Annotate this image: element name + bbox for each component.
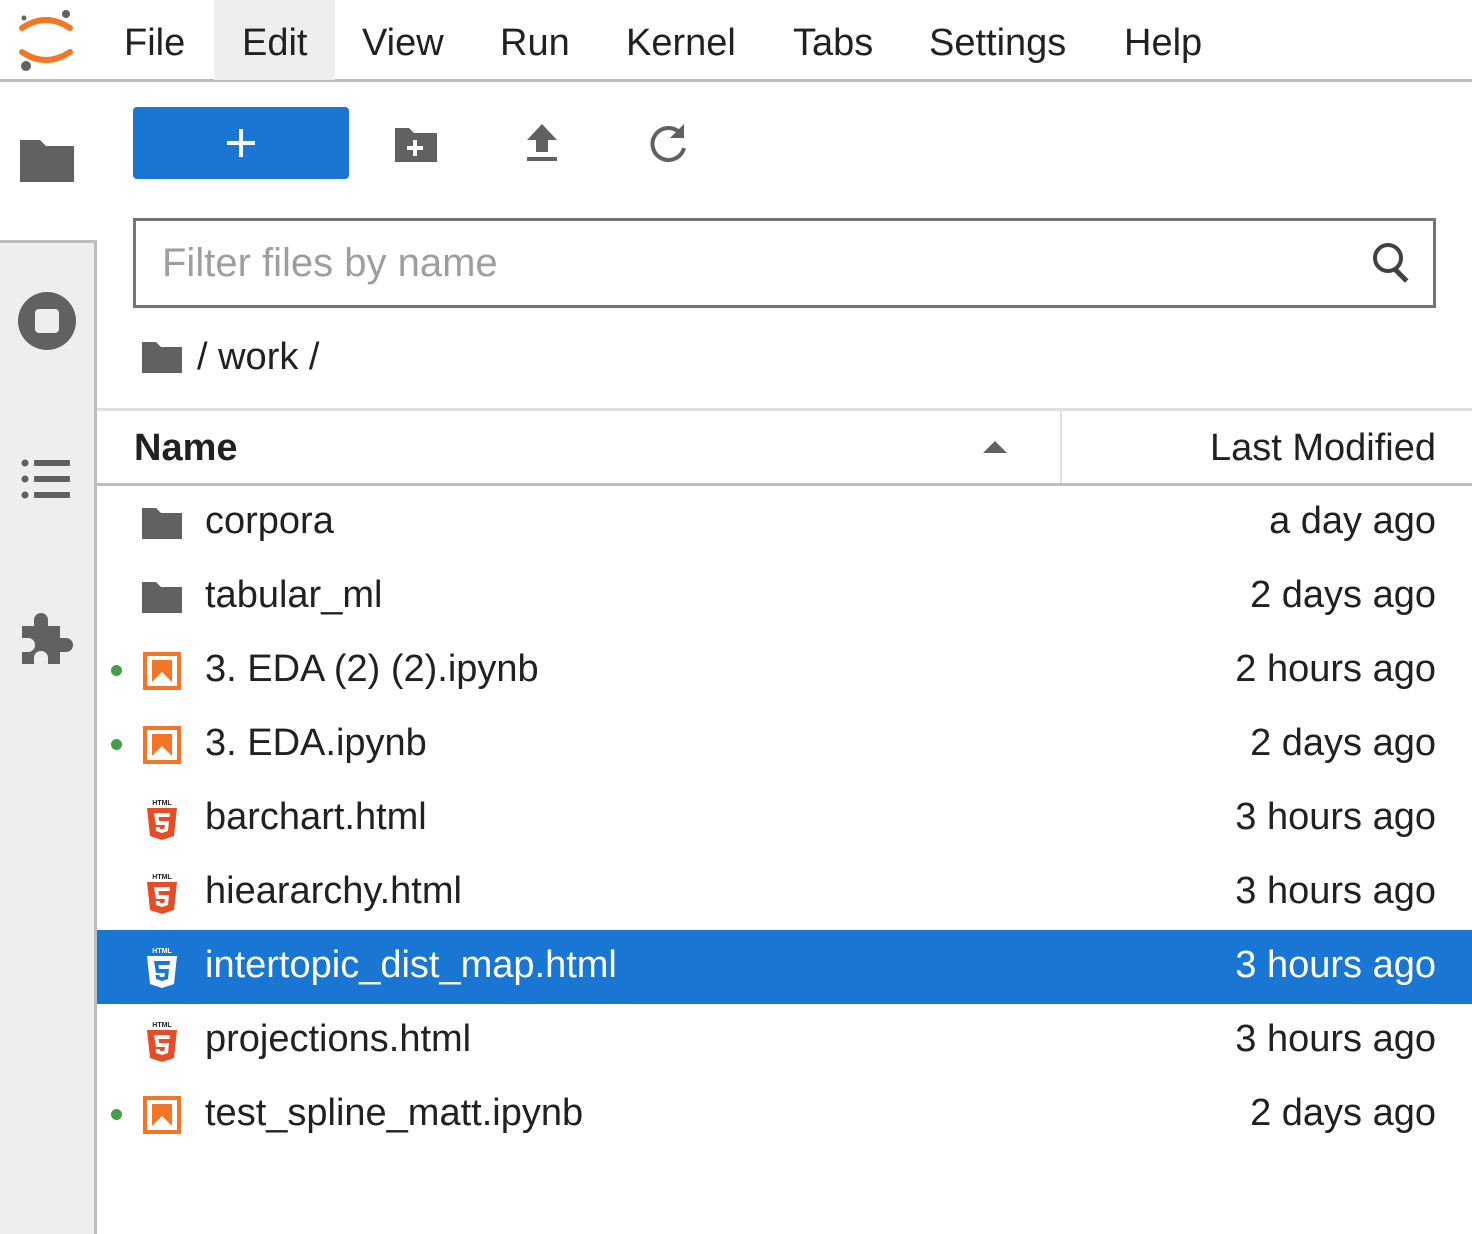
file-modified: 2 hours ago <box>1235 648 1436 690</box>
menu-kernel[interactable]: Kernel <box>598 0 764 80</box>
file-row[interactable]: tabular_ml 2 days ago <box>97 560 1472 634</box>
notebook-icon <box>143 1096 181 1134</box>
list-icon[interactable] <box>16 448 78 510</box>
file-row[interactable]: HTML projections.html 3 hours ago <box>97 1004 1472 1078</box>
new-launcher-button[interactable] <box>133 107 349 179</box>
file-browser: / work / Name Last Modified corpora a day… <box>97 82 1472 1234</box>
notebook-icon <box>143 652 181 690</box>
new-folder-icon[interactable] <box>391 120 441 170</box>
search-icon[interactable] <box>1369 239 1417 287</box>
html5-icon: HTML <box>147 1022 177 1062</box>
stop-circle-icon[interactable] <box>16 290 78 352</box>
file-modified: 2 days ago <box>1250 722 1436 764</box>
file-name: intertopic_dist_map.html <box>205 944 617 986</box>
menu-tabs[interactable]: Tabs <box>765 0 901 80</box>
jupyter-logo-icon[interactable] <box>14 6 78 74</box>
left-sidebar <box>0 82 97 1234</box>
svg-text:HTML: HTML <box>152 1022 172 1029</box>
sidebar-tabs <box>0 240 97 1234</box>
file-modified: 3 hours ago <box>1235 796 1436 838</box>
plus-icon <box>227 129 255 157</box>
extension-puzzle-icon[interactable] <box>16 606 78 668</box>
file-modified: 2 days ago <box>1250 574 1436 616</box>
filter-box <box>133 218 1436 308</box>
file-listing: corpora a day ago tabular_ml 2 days ago 3. E… <box>97 486 1472 1152</box>
sort-ascending-icon <box>983 441 1007 453</box>
file-row[interactable]: test_spline_matt.ipynb 2 days ago <box>97 1078 1472 1152</box>
file-name: tabular_ml <box>205 574 383 616</box>
menu-file[interactable]: File <box>96 0 213 80</box>
file-name: 3. EDA (2) (2).ipynb <box>205 648 539 690</box>
listing-header: Name Last Modified <box>97 408 1472 486</box>
svg-text:HTML: HTML <box>152 874 172 881</box>
file-name: hieararchy.html <box>205 870 462 912</box>
file-row[interactable]: corpora a day ago <box>97 486 1472 560</box>
html5-icon: HTML <box>147 800 177 840</box>
menu-help[interactable]: Help <box>1096 0 1230 80</box>
menu-view[interactable]: View <box>334 0 472 80</box>
svg-text:HTML: HTML <box>152 948 172 955</box>
menu-settings[interactable]: Settings <box>901 0 1094 80</box>
file-row[interactable]: 3. EDA (2) (2).ipynb 2 hours ago <box>97 634 1472 708</box>
file-name: barchart.html <box>205 796 427 838</box>
breadcrumb-path[interactable]: / work / <box>197 336 319 379</box>
refresh-icon[interactable] <box>643 120 693 170</box>
name-header-label: Name <box>134 427 238 469</box>
file-name: test_spline_matt.ipynb <box>205 1092 584 1134</box>
file-row[interactable]: HTML barchart.html 3 hours ago <box>97 782 1472 856</box>
notebook-icon <box>143 726 181 764</box>
file-modified: 3 hours ago <box>1235 944 1436 986</box>
folder-icon[interactable] <box>16 130 78 192</box>
name-column-header[interactable]: Name <box>97 411 1062 483</box>
file-row[interactable]: HTML hieararchy.html 3 hours ago <box>97 856 1472 930</box>
file-modified: 3 hours ago <box>1235 870 1436 912</box>
file-modified: 2 days ago <box>1250 1092 1436 1134</box>
menu-edit[interactable]: Edit <box>214 0 336 80</box>
breadcrumb: / work / <box>141 332 319 382</box>
file-name: projections.html <box>205 1018 472 1060</box>
last-modified-column-header[interactable]: Last Modified <box>1062 411 1472 483</box>
running-indicator-icon <box>111 1109 122 1120</box>
file-modified: a day ago <box>1269 500 1436 542</box>
file-name: corpora <box>205 500 334 542</box>
svg-text:HTML: HTML <box>152 800 172 807</box>
html5-icon: HTML <box>147 948 177 988</box>
file-row[interactable]: 3. EDA.ipynb 2 days ago <box>97 708 1472 782</box>
home-folder-icon[interactable] <box>141 339 183 375</box>
last-modified-header-label: Last Modified <box>1209 427 1436 469</box>
menu-run[interactable]: Run <box>472 0 598 80</box>
menu-bar: File Edit View Run Kernel Tabs Settings … <box>0 0 1472 82</box>
folder-icon <box>142 508 182 539</box>
upload-icon[interactable] <box>517 120 567 170</box>
filter-input[interactable] <box>162 235 1342 291</box>
file-row[interactable]: HTML intertopic_dist_map.html 3 hours ago <box>97 930 1472 1004</box>
running-indicator-icon <box>111 665 122 676</box>
file-modified: 3 hours ago <box>1235 1018 1436 1060</box>
html5-icon: HTML <box>147 874 177 914</box>
folder-icon <box>142 582 182 613</box>
running-indicator-icon <box>111 739 122 750</box>
file-name: 3. EDA.ipynb <box>205 722 427 764</box>
